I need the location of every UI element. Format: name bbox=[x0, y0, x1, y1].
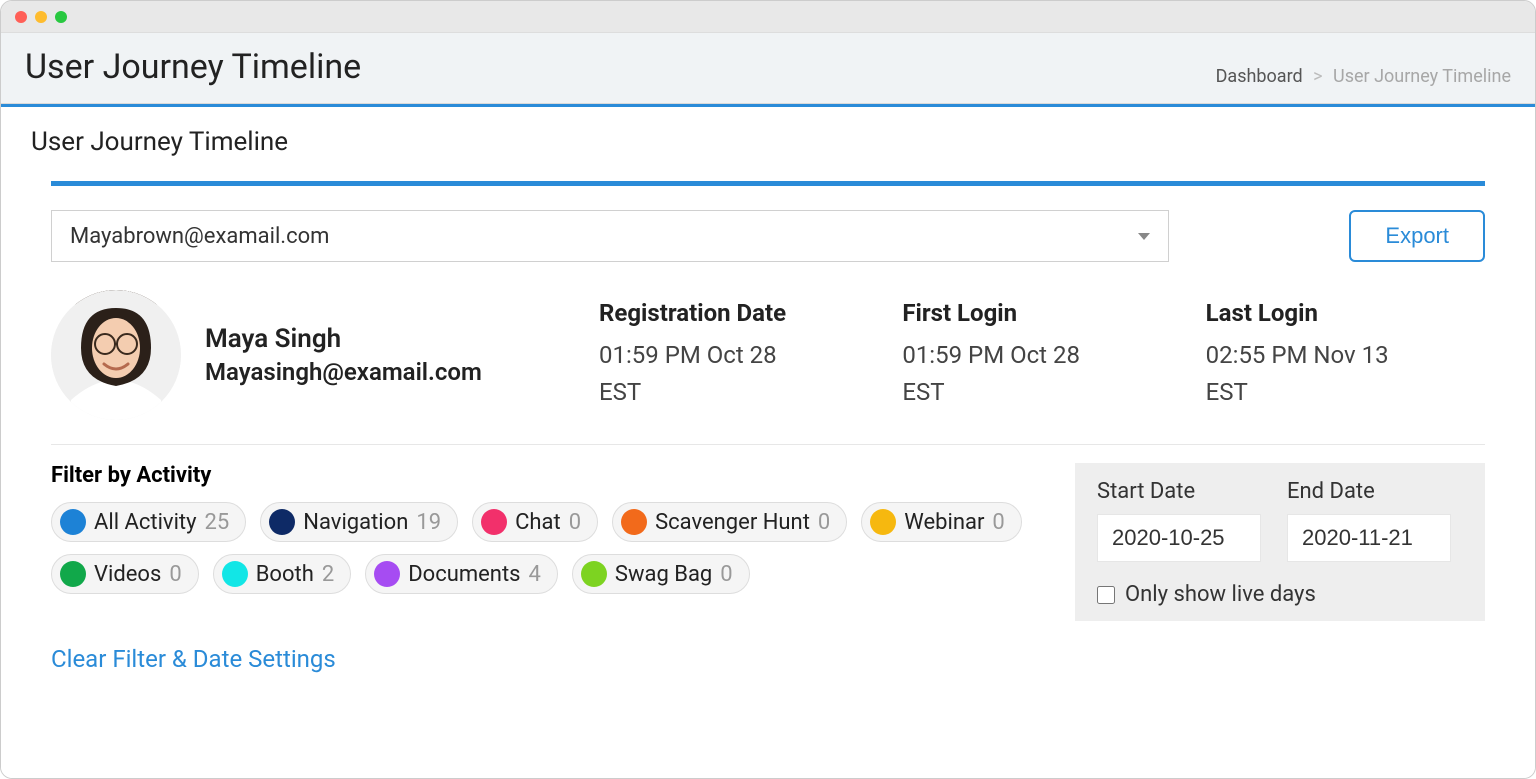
stat-registration-time: 01:59 PM Oct 28 bbox=[599, 337, 878, 374]
stat-first-login: First Login 01:59 PM Oct 28 EST bbox=[902, 299, 1181, 411]
filter-heading: Filter by Activity bbox=[51, 463, 1055, 488]
color-swatch-icon bbox=[222, 561, 248, 587]
avatar-icon bbox=[51, 290, 181, 420]
toolbar-row: Mayabrown@examail.com Export bbox=[51, 210, 1485, 262]
filter-chip-swag-bag[interactable]: Swag Bag 0 bbox=[572, 554, 750, 594]
filter-chip-videos[interactable]: Videos 0 bbox=[51, 554, 199, 594]
filter-chip-count: 0 bbox=[818, 510, 830, 535]
filter-chip-all-activity[interactable]: All Activity 25 bbox=[51, 502, 246, 542]
user-summary-row: Maya Singh Mayasingh@examail.com Registr… bbox=[51, 290, 1485, 445]
breadcrumb-dashboard[interactable]: Dashboard bbox=[1216, 66, 1303, 87]
filter-chip-label: Navigation bbox=[303, 510, 408, 535]
filter-chip-label: Videos bbox=[94, 562, 161, 587]
filter-chip-booth[interactable]: Booth 2 bbox=[213, 554, 352, 594]
stat-registration: Registration Date 01:59 PM Oct 28 EST bbox=[599, 299, 878, 411]
stat-first-login-time: 01:59 PM Oct 28 bbox=[902, 337, 1181, 374]
user-email-dropdown[interactable]: Mayabrown@examail.com bbox=[51, 210, 1169, 262]
user-identity: Maya Singh Mayasingh@examail.com bbox=[205, 324, 575, 386]
filter-chip-label: Webinar bbox=[904, 510, 984, 535]
filter-chip-label: Documents bbox=[408, 562, 520, 587]
only-live-days-checkbox[interactable] bbox=[1097, 586, 1115, 604]
filters-section: Filter by Activity All Activity 25 Navigat… bbox=[51, 463, 1485, 621]
filter-chip-count: 0 bbox=[992, 510, 1004, 535]
color-swatch-icon bbox=[269, 509, 295, 535]
filter-chip-count: 0 bbox=[169, 562, 181, 587]
filter-chips-area: Filter by Activity All Activity 25 Navigat… bbox=[51, 463, 1055, 594]
end-date-input[interactable] bbox=[1287, 514, 1451, 562]
app-window: User Journey Timeline Dashboard > User J… bbox=[0, 0, 1536, 779]
filter-chip-count: 0 bbox=[720, 562, 732, 587]
filter-chip-label: Swag Bag bbox=[615, 562, 712, 587]
stat-last-login-label: Last Login bbox=[1206, 299, 1485, 327]
page-header: User Journey Timeline Dashboard > User J… bbox=[1, 33, 1535, 104]
filter-chips: All Activity25Navigation19Chat0Scavenger… bbox=[51, 502, 1031, 594]
end-date-field: End Date bbox=[1287, 479, 1451, 562]
start-date-label: Start Date bbox=[1097, 479, 1261, 504]
window-titlebar bbox=[1, 1, 1535, 33]
color-swatch-icon bbox=[870, 509, 896, 535]
color-swatch-icon bbox=[581, 561, 607, 587]
stat-first-login-label: First Login bbox=[902, 299, 1181, 327]
user-email-dropdown-value: Mayabrown@examail.com bbox=[70, 224, 329, 249]
stat-last-login: Last Login 02:55 PM Nov 13 EST bbox=[1206, 299, 1485, 411]
filter-chip-count: 4 bbox=[529, 562, 541, 587]
breadcrumb: Dashboard > User Journey Timeline bbox=[1216, 66, 1511, 87]
clear-filters-link[interactable]: Clear Filter & Date Settings bbox=[51, 645, 336, 673]
color-swatch-icon bbox=[60, 509, 86, 535]
start-date-input[interactable] bbox=[1097, 514, 1261, 562]
window-minimize-icon[interactable] bbox=[35, 11, 47, 23]
stat-registration-tz: EST bbox=[599, 374, 878, 411]
panel-divider bbox=[51, 181, 1485, 186]
filter-chip-count: 25 bbox=[205, 510, 230, 535]
page-title: User Journey Timeline bbox=[25, 47, 361, 87]
date-range-box: Start Date End Date Only show live days bbox=[1075, 463, 1485, 621]
filter-chip-label: All Activity bbox=[94, 510, 197, 535]
user-name: Maya Singh bbox=[205, 324, 575, 354]
end-date-label: End Date bbox=[1287, 479, 1451, 504]
color-swatch-icon bbox=[374, 561, 400, 587]
filter-chip-documents[interactable]: Documents 4 bbox=[365, 554, 558, 594]
filter-chip-webinar[interactable]: Webinar 0 bbox=[861, 502, 1022, 542]
filter-chip-chat[interactable]: Chat 0 bbox=[472, 502, 598, 542]
filter-chip-count: 19 bbox=[416, 510, 441, 535]
color-swatch-icon bbox=[621, 509, 647, 535]
filter-chip-scavenger-hunt[interactable]: Scavenger Hunt 0 bbox=[612, 502, 847, 542]
breadcrumb-separator-icon: > bbox=[1313, 66, 1322, 87]
stat-last-login-tz: EST bbox=[1206, 374, 1485, 411]
panel-title: User Journey Timeline bbox=[1, 107, 1535, 181]
stat-first-login-tz: EST bbox=[902, 374, 1181, 411]
color-swatch-icon bbox=[60, 561, 86, 587]
caret-down-icon bbox=[1138, 233, 1150, 240]
filter-chip-count: 2 bbox=[322, 562, 334, 587]
filter-chip-label: Scavenger Hunt bbox=[655, 510, 810, 535]
window-close-icon[interactable] bbox=[15, 11, 27, 23]
avatar bbox=[51, 290, 181, 420]
start-date-field: Start Date bbox=[1097, 479, 1261, 562]
filter-chip-count: 0 bbox=[569, 510, 581, 535]
content-panel: User Journey Timeline Mayabrown@examail.… bbox=[1, 104, 1535, 778]
window-maximize-icon[interactable] bbox=[55, 11, 67, 23]
filter-chip-navigation[interactable]: Navigation 19 bbox=[260, 502, 458, 542]
only-live-days-label: Only show live days bbox=[1125, 582, 1316, 607]
user-email: Mayasingh@examail.com bbox=[205, 358, 575, 386]
stat-registration-label: Registration Date bbox=[599, 299, 878, 327]
color-swatch-icon bbox=[481, 509, 507, 535]
stat-last-login-time: 02:55 PM Nov 13 bbox=[1206, 337, 1485, 374]
filter-chip-label: Chat bbox=[515, 510, 561, 535]
breadcrumb-current: User Journey Timeline bbox=[1333, 66, 1511, 87]
filter-chip-label: Booth bbox=[256, 562, 314, 587]
only-live-days-row[interactable]: Only show live days bbox=[1097, 582, 1463, 607]
export-button[interactable]: Export bbox=[1349, 210, 1485, 262]
